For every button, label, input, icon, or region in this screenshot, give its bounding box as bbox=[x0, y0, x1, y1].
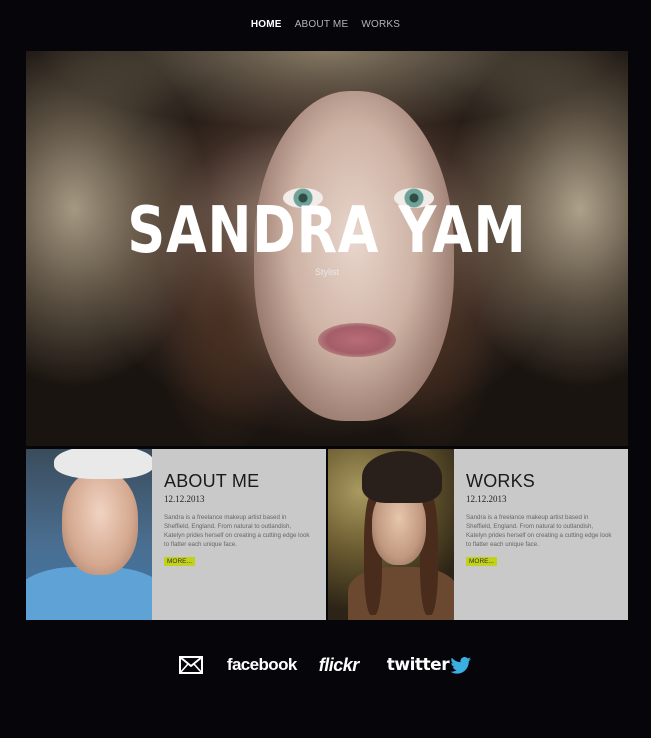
twitter-link[interactable]: twitter bbox=[387, 655, 472, 675]
works-text: Sandra is a freelance makeup artist base… bbox=[466, 514, 612, 548]
works-date: 12.12.2013 bbox=[466, 494, 507, 504]
about-me-text: Sandra is a freelance makeup artist base… bbox=[164, 514, 310, 548]
photo-face bbox=[62, 471, 138, 575]
twitter-label: twitter bbox=[386, 655, 450, 675]
envelope-icon[interactable] bbox=[178, 656, 203, 674]
works-heading: WORKS bbox=[466, 471, 536, 491]
nav-home[interactable]: HOME bbox=[251, 19, 282, 30]
works-card-body: WORKS 12.12.2013 Sandra is a freelance m… bbox=[454, 449, 628, 620]
photo-beanie bbox=[362, 451, 442, 503]
top-nav: HOME ABOUT ME WORKS bbox=[0, 19, 651, 30]
hero-photo-lips bbox=[318, 323, 396, 357]
about-me-card: ABOUT ME 12.12.2013 Sandra is a freelanc… bbox=[26, 449, 326, 620]
works-photo bbox=[328, 449, 454, 620]
photo-shirt bbox=[26, 567, 152, 620]
hero-subtitle: Stylist bbox=[314, 267, 339, 277]
feature-cards: ABOUT ME 12.12.2013 Sandra is a freelanc… bbox=[26, 449, 628, 620]
flickr-link[interactable]: flickr bbox=[319, 655, 360, 676]
envelope-icon-svg bbox=[178, 656, 203, 674]
about-me-heading: ABOUT ME bbox=[164, 471, 260, 491]
hero-banner: SANDRA YAM Stylist bbox=[26, 51, 628, 446]
facebook-link[interactable]: facebook bbox=[227, 655, 297, 675]
nav-works[interactable]: WORKS bbox=[361, 19, 400, 30]
works-more-link[interactable]: MORE... bbox=[466, 556, 497, 566]
about-me-date: 12.12.2013 bbox=[164, 494, 205, 504]
about-me-photo bbox=[26, 449, 152, 620]
social-links: facebook flickr twitter bbox=[0, 651, 651, 679]
nav-about-me[interactable]: ABOUT ME bbox=[295, 19, 349, 30]
hero-title: SANDRA YAM bbox=[127, 194, 527, 268]
works-card: WORKS 12.12.2013 Sandra is a freelance m… bbox=[328, 449, 628, 620]
twitter-bird-icon bbox=[450, 657, 472, 674]
about-me-card-body: ABOUT ME 12.12.2013 Sandra is a freelanc… bbox=[152, 449, 326, 620]
photo-hat bbox=[54, 449, 152, 479]
about-me-more-link[interactable]: MORE... bbox=[164, 556, 195, 566]
